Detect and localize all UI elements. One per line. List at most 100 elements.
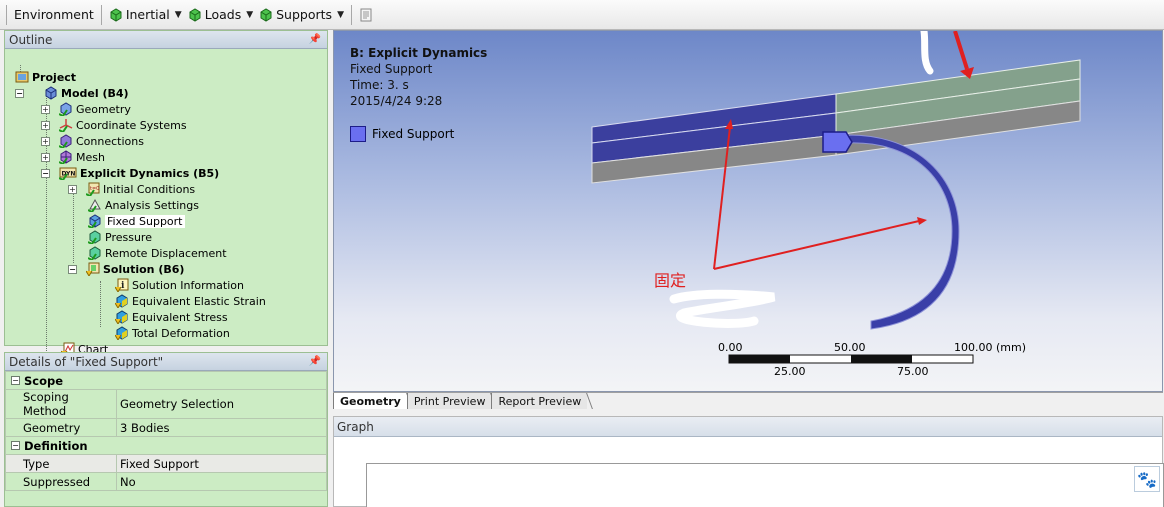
details-group-definition[interactable]: − Definition (5, 436, 327, 455)
scale-bar (728, 354, 974, 364)
toolbar-separator (100, 4, 102, 25)
property-value[interactable]: No (116, 472, 327, 491)
tree-label: Pressure (105, 230, 152, 244)
tree-label: Mesh (76, 150, 105, 164)
property-value[interactable]: Fixed Support (116, 454, 327, 473)
pressure-icon (87, 230, 102, 246)
tree-item-geometry[interactable]: + Geometry (41, 101, 131, 118)
tree-item-total-deformation[interactable]: Total Deformation (114, 325, 230, 341)
expand-icon[interactable]: + (41, 120, 50, 130)
collapse-icon[interactable]: − (11, 441, 20, 450)
fixed-support-icon (87, 214, 102, 230)
details-row-type[interactable]: Type Fixed Support (5, 454, 327, 473)
equivalent-elastic-strain-icon (114, 294, 129, 309)
pin-icon[interactable]: 📌 (309, 34, 321, 45)
geometry-icon (58, 102, 73, 118)
supports-menu-button[interactable]: Supports ▼ (256, 4, 347, 26)
tree-item-remote-displacement[interactable]: Remote Displacement (87, 245, 227, 262)
details-header: Details of "Fixed Support" 📌 (5, 353, 327, 371)
mesh-icon (58, 150, 73, 166)
environment-label: Environment (14, 7, 94, 22)
tree-item-analysis-settings[interactable]: Analysis Settings (87, 197, 199, 214)
scale-label-50: 50.00 (834, 341, 866, 354)
expand-icon[interactable]: + (41, 152, 50, 162)
tree-item-equivalent-elastic-strain[interactable]: Equivalent Elastic Strain (114, 293, 266, 309)
tab-geometry[interactable]: Geometry (333, 393, 407, 409)
environment-button[interactable]: Environment (11, 4, 97, 26)
tree-label: Total Deformation (132, 326, 230, 340)
property-value[interactable]: 3 Bodies (116, 418, 327, 437)
tab-print-preview[interactable]: Print Preview (406, 393, 492, 409)
inertial-icon (110, 7, 122, 22)
document-button[interactable] (356, 4, 379, 26)
pin-icon[interactable]: 📌 (309, 356, 321, 367)
tree-item-initial-conditions[interactable]: + t=0 Initial Conditions (68, 181, 196, 198)
outline-header: Outline 📌 (5, 31, 327, 49)
total-deformation-icon (114, 326, 129, 341)
tree-item-model[interactable]: − Model (B4) (15, 85, 129, 101)
tree-item-solution-information[interactable]: i Solution Information (114, 277, 244, 293)
tree-item-connections[interactable]: + Connections (41, 133, 144, 150)
tab-report-preview[interactable]: Report Preview (491, 393, 588, 409)
geometry-viewport[interactable]: B: Explicit Dynamics Fixed Support Time:… (333, 30, 1163, 392)
loads-label: Loads (204, 7, 242, 22)
fixed-support-marker[interactable] (822, 131, 853, 153)
graph-header: Graph (334, 417, 1162, 437)
inertial-menu-button[interactable]: Inertial ▼ (106, 4, 185, 26)
collapse-icon[interactable]: − (41, 168, 50, 178)
property-value[interactable]: Geometry Selection (116, 389, 327, 419)
scale-label-25: 25.00 (774, 365, 806, 378)
collapse-icon[interactable]: − (11, 376, 20, 385)
tree-label: Connections (76, 134, 144, 148)
loads-icon (189, 7, 201, 22)
expand-icon[interactable]: + (41, 104, 50, 114)
tree-label: Explicit Dynamics (B5) (80, 166, 220, 180)
project-icon (15, 70, 29, 84)
scale-label-75: 75.00 (897, 365, 929, 378)
toolbar: Environment Inertial ▼ Loads ▼ Supports … (0, 0, 1164, 30)
tree-item-fixed-support[interactable]: Fixed Support (87, 213, 185, 230)
tree-label: Coordinate Systems (76, 118, 187, 132)
details-table: − Scope Scoping Method Geometry Selection… (5, 371, 327, 491)
expand-icon[interactable]: + (41, 136, 50, 146)
group-label: Definition (24, 438, 88, 453)
toolbar-grip (6, 4, 7, 25)
tree-item-solution[interactable]: − Solution (B6) (68, 261, 184, 277)
annotation-text: 固定 (654, 271, 687, 290)
details-group-scope[interactable]: − Scope (5, 371, 327, 390)
beam-body[interactable] (591, 59, 1081, 184)
details-row-suppressed[interactable]: Suppressed No (5, 472, 327, 491)
tree-item-pressure[interactable]: Pressure (87, 229, 152, 246)
svg-text:i: i (121, 281, 125, 291)
tree-item-coordinate-systems[interactable]: + Coordinate Systems (41, 117, 187, 134)
tree-item-explicit-dynamics[interactable]: − DYN Explicit Dynamics (B5) (41, 165, 220, 182)
toolbar-separator (350, 4, 352, 25)
paw-icon[interactable]: 🐾 (1134, 466, 1160, 492)
initial-conditions-icon: t=0 (85, 182, 100, 198)
property-key: Geometry (5, 418, 117, 437)
details-row-geometry[interactable]: Geometry 3 Bodies (5, 418, 327, 437)
scale-label-0: 0.00 (718, 341, 743, 354)
svg-text:t=0: t=0 (90, 186, 99, 192)
loads-menu-button[interactable]: Loads ▼ (185, 4, 256, 26)
collapse-icon[interactable]: − (68, 264, 77, 274)
expand-icon[interactable]: + (68, 184, 77, 194)
equivalent-stress-icon (114, 310, 129, 325)
tree-label: Initial Conditions (103, 182, 196, 196)
model-icon (44, 86, 58, 100)
collapse-icon[interactable]: − (15, 88, 24, 98)
annotation-scribble (669, 289, 776, 328)
property-key: Suppressed (5, 472, 117, 491)
tree-item-mesh[interactable]: + Mesh (41, 149, 105, 166)
details-row-scoping-method[interactable]: Scoping Method Geometry Selection (5, 389, 327, 419)
tree-label: Equivalent Stress (132, 310, 228, 324)
graph-canvas[interactable] (366, 463, 1164, 507)
annotation-scribble (920, 31, 934, 75)
explicit-dynamics-icon: DYN (58, 166, 77, 182)
tree-label: Remote Displacement (105, 246, 227, 260)
property-key: Scoping Method (5, 389, 117, 419)
curved-shell[interactable] (848, 134, 960, 330)
tree-item-equivalent-stress[interactable]: Equivalent Stress (114, 309, 228, 325)
tree-item-project[interactable]: Project (15, 69, 76, 85)
model-scene[interactable] (334, 31, 1163, 392)
